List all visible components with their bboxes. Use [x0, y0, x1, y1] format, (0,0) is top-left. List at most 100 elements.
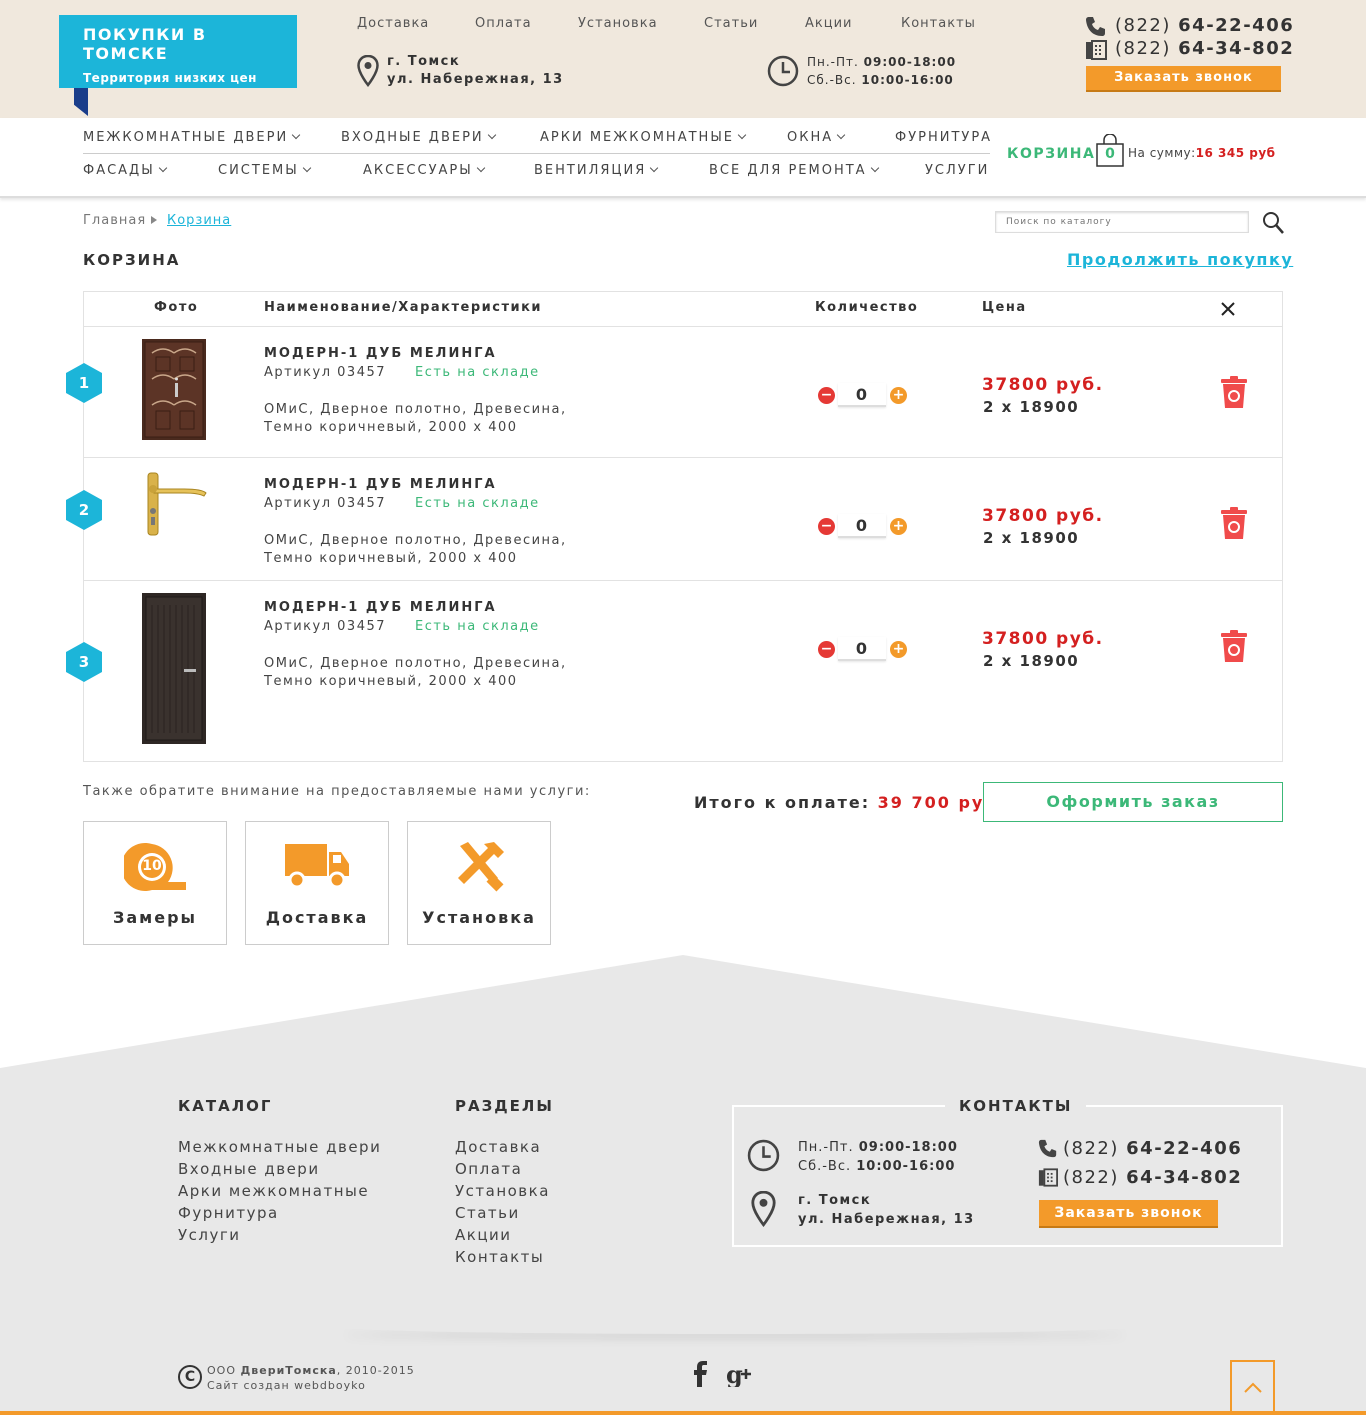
topnav-articles[interactable]: Статьи	[704, 16, 758, 31]
search-icon[interactable]	[1262, 211, 1284, 235]
footer-link[interactable]: Межкомнатные двери	[178, 1136, 381, 1158]
delete-item-icon[interactable]	[1219, 630, 1249, 664]
product-name[interactable]: МОДЕРН-1 ДУБ МЕЛИНГА	[264, 477, 497, 492]
header-phone-1[interactable]: (822) 64-22-406	[1115, 15, 1294, 36]
nav-entrance-doors[interactable]: ВХОДНЫЕ ДВЕРИ	[341, 130, 496, 145]
product-description: ОМиС, Дверное полотно, Древесина, Темно …	[264, 401, 584, 437]
service-label: Установка	[422, 908, 536, 927]
service-delivery[interactable]: Доставка	[245, 821, 389, 945]
footer-link[interactable]: Доставка	[455, 1136, 550, 1158]
nav-hardware[interactable]: ФУРНИТУРА	[895, 130, 992, 145]
delete-item-icon[interactable]	[1219, 376, 1249, 410]
topnav-contacts[interactable]: Контакты	[901, 16, 976, 31]
quantity-input[interactable]: 0	[838, 383, 886, 407]
topnav-promos[interactable]: Акции	[805, 16, 853, 31]
topnav-installation[interactable]: Установка	[578, 16, 658, 31]
continue-shopping-link[interactable]: Продолжить покупку	[1067, 250, 1293, 269]
bottom-accent-line	[0, 1411, 1366, 1415]
nav-windows[interactable]: ОКНА	[787, 130, 846, 145]
footer-link[interactable]: Акции	[455, 1224, 550, 1246]
breadcrumb-current[interactable]: Корзина	[167, 213, 231, 228]
nav-label: ВСЕ ДЛЯ РЕМОНТА	[709, 163, 867, 178]
nav-facades[interactable]: ФАСАДЫ	[83, 163, 167, 178]
phone-code: (822)	[1063, 1138, 1119, 1159]
footer-link[interactable]: Контакты	[455, 1246, 550, 1268]
footer-link[interactable]: Статьи	[455, 1202, 550, 1224]
logo[interactable]: ПОКУПКИ В ТОМСКЕ Территория низких цен	[59, 15, 297, 88]
nav-systems[interactable]: СИСТЕМЫ	[218, 163, 311, 178]
nav-interior-doors[interactable]: МЕЖКОМНАТНЫЕ ДВЕРИ	[83, 130, 301, 145]
tools-icon	[458, 842, 504, 892]
quantity-increase-button[interactable]: +	[890, 387, 907, 404]
footer-link[interactable]: Услуги	[178, 1224, 381, 1246]
product-description: ОМиС, Дверное полотно, Древесина, Темно …	[264, 532, 584, 568]
search-input[interactable]	[995, 211, 1249, 233]
truck-icon	[285, 844, 349, 888]
chevron-up-icon	[1244, 1382, 1262, 1393]
footer-catalog-list: Межкомнатные двери Входные двери Арки ме…	[178, 1136, 381, 1246]
product-photo-door[interactable]	[142, 593, 206, 744]
chevron-down-icon	[649, 163, 659, 173]
weekend-hours: 10:00-16:00	[856, 1159, 956, 1174]
clear-cart-icon[interactable]	[1221, 302, 1235, 316]
breadcrumb-home[interactable]: Главная	[83, 213, 146, 228]
nav-arches[interactable]: АРКИ МЕЖКОМНАТНЫЕ	[540, 130, 747, 145]
description-line: Темно коричневый, 2000 х 400	[264, 674, 518, 689]
product-description: ОМиС, Дверное полотно, Древесина, Темно …	[264, 655, 584, 691]
phone-icon	[1086, 17, 1105, 36]
logo-subtitle: Территория низких цен	[83, 71, 257, 85]
nav-ventilation[interactable]: ВЕНТИЛЯЦИЯ	[534, 163, 659, 178]
product-article: Артикул 03457	[264, 496, 387, 511]
quantity-input[interactable]: 0	[838, 637, 886, 661]
service-installation[interactable]: Установка	[407, 821, 551, 945]
quantity-input[interactable]: 0	[838, 514, 886, 538]
cart-link[interactable]: КОРЗИНА	[1007, 146, 1095, 162]
col-quantity: Количество	[815, 300, 919, 315]
phone-number: 64-34-802	[1178, 38, 1295, 59]
quantity-decrease-button[interactable]: −	[818, 641, 835, 658]
footer-callback-button[interactable]: Заказать звонок	[1039, 1200, 1218, 1226]
topnav-delivery[interactable]: Доставка	[357, 16, 429, 31]
footer-link[interactable]: Установка	[455, 1180, 550, 1202]
row-divider	[84, 326, 1282, 327]
footer-contacts-title: КОНТАКТЫ	[945, 1097, 1087, 1115]
nav-services[interactable]: УСЛУГИ	[925, 163, 989, 178]
product-name[interactable]: МОДЕРН-1 ДУБ МЕЛИНГА	[264, 346, 497, 361]
item-price-calc: 2 x 18900	[983, 529, 1080, 547]
checkout-button[interactable]: Оформить заказ	[983, 782, 1283, 822]
chevron-down-icon	[487, 130, 496, 140]
page-title: КОРЗИНА	[83, 251, 181, 269]
nav-renovation[interactable]: ВСЕ ДЛЯ РЕМОНТА	[709, 163, 879, 178]
footer-link[interactable]: Оплата	[455, 1158, 550, 1180]
footer-phone-2[interactable]: (822) 64-34-802	[1063, 1167, 1242, 1188]
address-street: ул. Набережная, 13	[798, 1212, 975, 1227]
quantity-decrease-button[interactable]: −	[818, 518, 835, 535]
delete-item-icon[interactable]	[1219, 507, 1249, 541]
scroll-to-top-button[interactable]	[1230, 1360, 1275, 1415]
cart-count: 0	[1105, 146, 1115, 162]
service-measuring[interactable]: 10 Замеры	[83, 821, 227, 945]
header-phone-2[interactable]: (822) 64-34-802	[1115, 38, 1294, 59]
google-plus-icon[interactable]: g	[726, 1361, 754, 1387]
quantity-increase-button[interactable]: +	[890, 518, 907, 535]
footer-link[interactable]: Арки межкомнатные	[178, 1180, 381, 1202]
quantity-increase-button[interactable]: +	[890, 641, 907, 658]
footer-link[interactable]: Фурнитура	[178, 1202, 381, 1224]
product-name[interactable]: МОДЕРН-1 ДУБ МЕЛИНГА	[264, 600, 497, 615]
footer-link[interactable]: Входные двери	[178, 1158, 381, 1180]
product-photo-door[interactable]	[142, 339, 206, 440]
nav-label: АКСЕССУАРЫ	[363, 163, 473, 178]
cart-sum: На сумму:16 345 руб	[1128, 146, 1276, 160]
chevron-down-icon	[476, 163, 485, 173]
product-photo-handle[interactable]	[136, 467, 208, 539]
description-line: Темно коричневый, 2000 х 400	[264, 420, 518, 435]
footer-phone-1[interactable]: (822) 64-22-406	[1063, 1138, 1242, 1159]
topnav-payment[interactable]: Оплата	[475, 16, 532, 31]
phone-number: 64-22-406	[1126, 1138, 1243, 1159]
nav-accessories[interactable]: АКСЕССУАРЫ	[363, 163, 485, 178]
facebook-icon[interactable]	[692, 1361, 708, 1387]
weekend-label: Сб.-Вс.	[807, 73, 857, 87]
callback-button[interactable]: Заказать звонок	[1086, 66, 1281, 90]
quantity-decrease-button[interactable]: −	[818, 387, 835, 404]
fax-icon	[1038, 1168, 1058, 1187]
